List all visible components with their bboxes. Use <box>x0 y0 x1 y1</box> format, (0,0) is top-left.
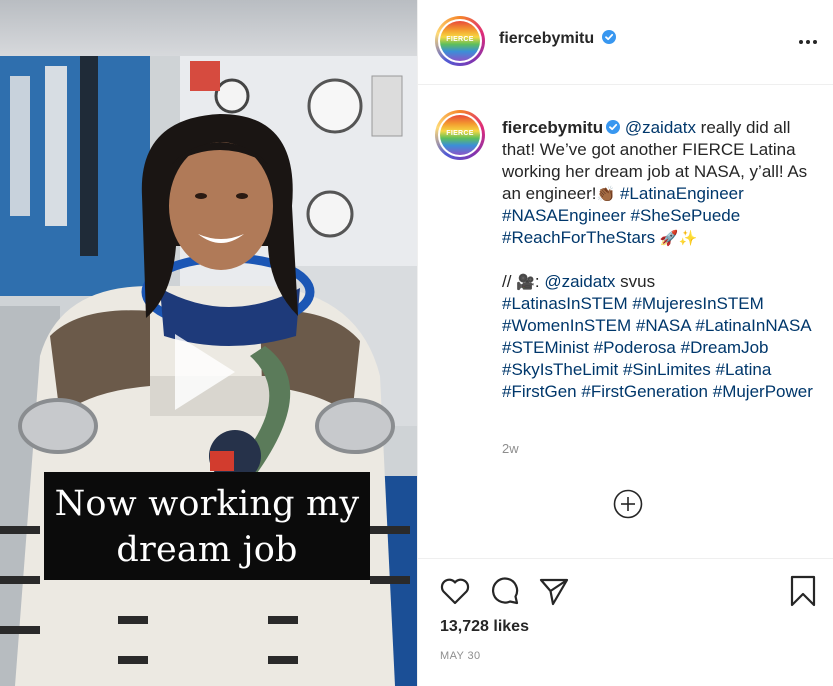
hashtag-link[interactable]: #FirstGeneration <box>581 382 708 401</box>
hashtag-link[interactable]: #STEMinist <box>502 338 589 357</box>
media-blur-strip <box>0 0 417 56</box>
caption-avatar[interactable]: FIERCE <box>435 110 485 160</box>
post-date[interactable]: MAY 30 <box>440 650 481 662</box>
hashtag-link[interactable]: #SkyIsTheLimit <box>502 360 618 379</box>
credit-prefix: // <box>502 272 517 291</box>
header-username[interactable]: fiercebymitu <box>499 30 594 47</box>
credit-mention[interactable]: @zaidatx <box>544 272 615 291</box>
caption-mention[interactable]: @zaidatx <box>625 118 696 137</box>
credit-separator: : <box>534 272 545 291</box>
hashtag-link[interactable]: #LatinaEngineer <box>620 184 744 203</box>
verified-badge-icon <box>601 30 616 44</box>
hashtag-link[interactable]: #ReachForTheStars <box>502 228 655 247</box>
avatar-text: FIERCE <box>446 36 474 44</box>
avatar[interactable]: FIERCE <box>435 16 485 66</box>
hashtag-link[interactable]: #LatinasInSTEM <box>502 294 628 313</box>
hashtag-link[interactable]: #SheSePuede <box>631 206 741 225</box>
video-overlay-caption: Now working my dream job <box>44 472 370 580</box>
heart-icon[interactable] <box>438 574 472 608</box>
bookmark-icon[interactable] <box>786 574 820 608</box>
post-actions: 13,728 likes MAY 30 <box>418 558 833 686</box>
hashtag-link[interactable]: #Latina <box>716 360 772 379</box>
credit-suffix: svus <box>615 272 656 291</box>
post-header: FIERCE fiercebymitu <box>418 0 833 85</box>
overlay-line-1: Now working my <box>54 484 360 524</box>
caption-paragraph-1: fiercebymitu @zaidatx really did all tha… <box>502 117 820 249</box>
caption-username[interactable]: fiercebymitu <box>502 118 603 137</box>
header-username-link[interactable]: fiercebymitu <box>499 30 616 48</box>
caption-section: FIERCE fiercebymitu @zaidatx really did … <box>418 86 833 558</box>
play-icon <box>175 334 235 410</box>
clap-emoji: 👏🏾 <box>596 185 616 203</box>
caption-verified-badge-icon <box>606 120 621 134</box>
play-button[interactable] <box>147 322 247 422</box>
hashtag-link[interactable]: #LatinaInNASA <box>695 316 810 335</box>
likes-count[interactable]: 13,728 likes <box>440 618 529 636</box>
post-details-panel: FIERCE fiercebymitu FIERCE fiercebymitu … <box>417 0 833 686</box>
hashtag-link[interactable]: #NASAEngineer <box>502 206 626 225</box>
hashtag-link[interactable]: #SinLimites <box>623 360 711 379</box>
hashtag-link[interactable]: #MujerPower <box>713 382 813 401</box>
post-caption: fiercebymitu @zaidatx really did all tha… <box>502 117 820 403</box>
hashtag-link[interactable]: #FirstGen <box>502 382 577 401</box>
hashtag-link[interactable]: #NASA <box>636 316 691 335</box>
camera-emoji: 🎥 <box>516 273 535 291</box>
overlay-line-2: dream job <box>116 530 298 570</box>
hashtag-link[interactable]: #Poderosa <box>594 338 676 357</box>
post-media[interactable]: Now working my dream job <box>0 0 417 686</box>
more-options-icon[interactable] <box>798 33 818 51</box>
hashtag-link[interactable]: #WomenInSTEM <box>502 316 631 335</box>
plus-circle-icon[interactable] <box>612 488 644 520</box>
hashtag-link[interactable]: #DreamJob <box>681 338 769 357</box>
caption-avatar-text: FIERCE <box>446 130 474 138</box>
hashtag-link[interactable]: #MujeresInSTEM <box>632 294 763 313</box>
comment-icon[interactable] <box>488 574 522 608</box>
caption-paragraph-2: // 🎥: @zaidatx svus #LatinasInSTEM #Mujer… <box>502 271 820 403</box>
rocket-sparkle-emoji: 🚀✨ <box>659 229 698 247</box>
post-time-ago: 2w <box>502 441 519 456</box>
share-icon[interactable] <box>537 574 571 608</box>
